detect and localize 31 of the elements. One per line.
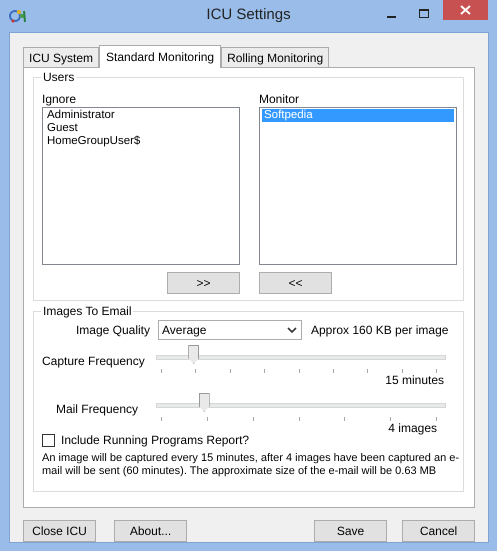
list-item[interactable]: Administrator xyxy=(45,109,237,122)
slider-reading: 4 images xyxy=(387,421,438,437)
size-note: Approx 160 KB per image xyxy=(311,323,448,337)
dialog-button[interactable]: Save xyxy=(314,520,387,542)
dialog-button[interactable]: Cancel xyxy=(402,520,475,542)
group-title: Users xyxy=(41,70,76,84)
move-button[interactable]: << xyxy=(259,272,332,294)
slider-thumb[interactable] xyxy=(188,345,200,364)
quality-dropdown[interactable]: Average xyxy=(158,320,302,340)
slider-reading: 15 minutes xyxy=(384,373,445,389)
field-label: Image Quality xyxy=(74,323,151,337)
tab[interactable]: ICU System xyxy=(23,47,100,67)
list-item[interactable]: HomeGroupUser$ xyxy=(45,135,237,148)
list-item[interactable]: Guest xyxy=(45,122,237,135)
dialog-button[interactable]: Close ICU xyxy=(23,520,96,542)
checkbox[interactable] xyxy=(42,434,55,446)
summary-text: An image will be captured every 15 minutes, after 4 images have been captured an e-mail will be sent (60 minutes). The approximate size of the e-mail will be 0.63 MB xyxy=(42,452,460,478)
list-label: Ignore xyxy=(42,92,78,107)
list-label: Monitor xyxy=(259,92,300,107)
group-title: Images To Email xyxy=(41,304,134,318)
close-icon[interactable] xyxy=(443,0,488,20)
dialog-button[interactable]: About... xyxy=(114,520,187,542)
slider-thumb[interactable] xyxy=(198,393,210,412)
tab[interactable]: Rolling Monitoring xyxy=(221,47,330,67)
move-button[interactable]: >> xyxy=(167,272,240,294)
slider-label: Capture Frequency xyxy=(42,353,146,368)
checkbox-label: Include Running Programs Report? xyxy=(61,433,250,447)
chevron-down-icon xyxy=(287,326,297,334)
tab[interactable]: Standard Monitoring xyxy=(99,45,222,68)
window-title: ICU Settings xyxy=(206,6,291,23)
slider-label: Mail Frequency xyxy=(54,401,139,416)
